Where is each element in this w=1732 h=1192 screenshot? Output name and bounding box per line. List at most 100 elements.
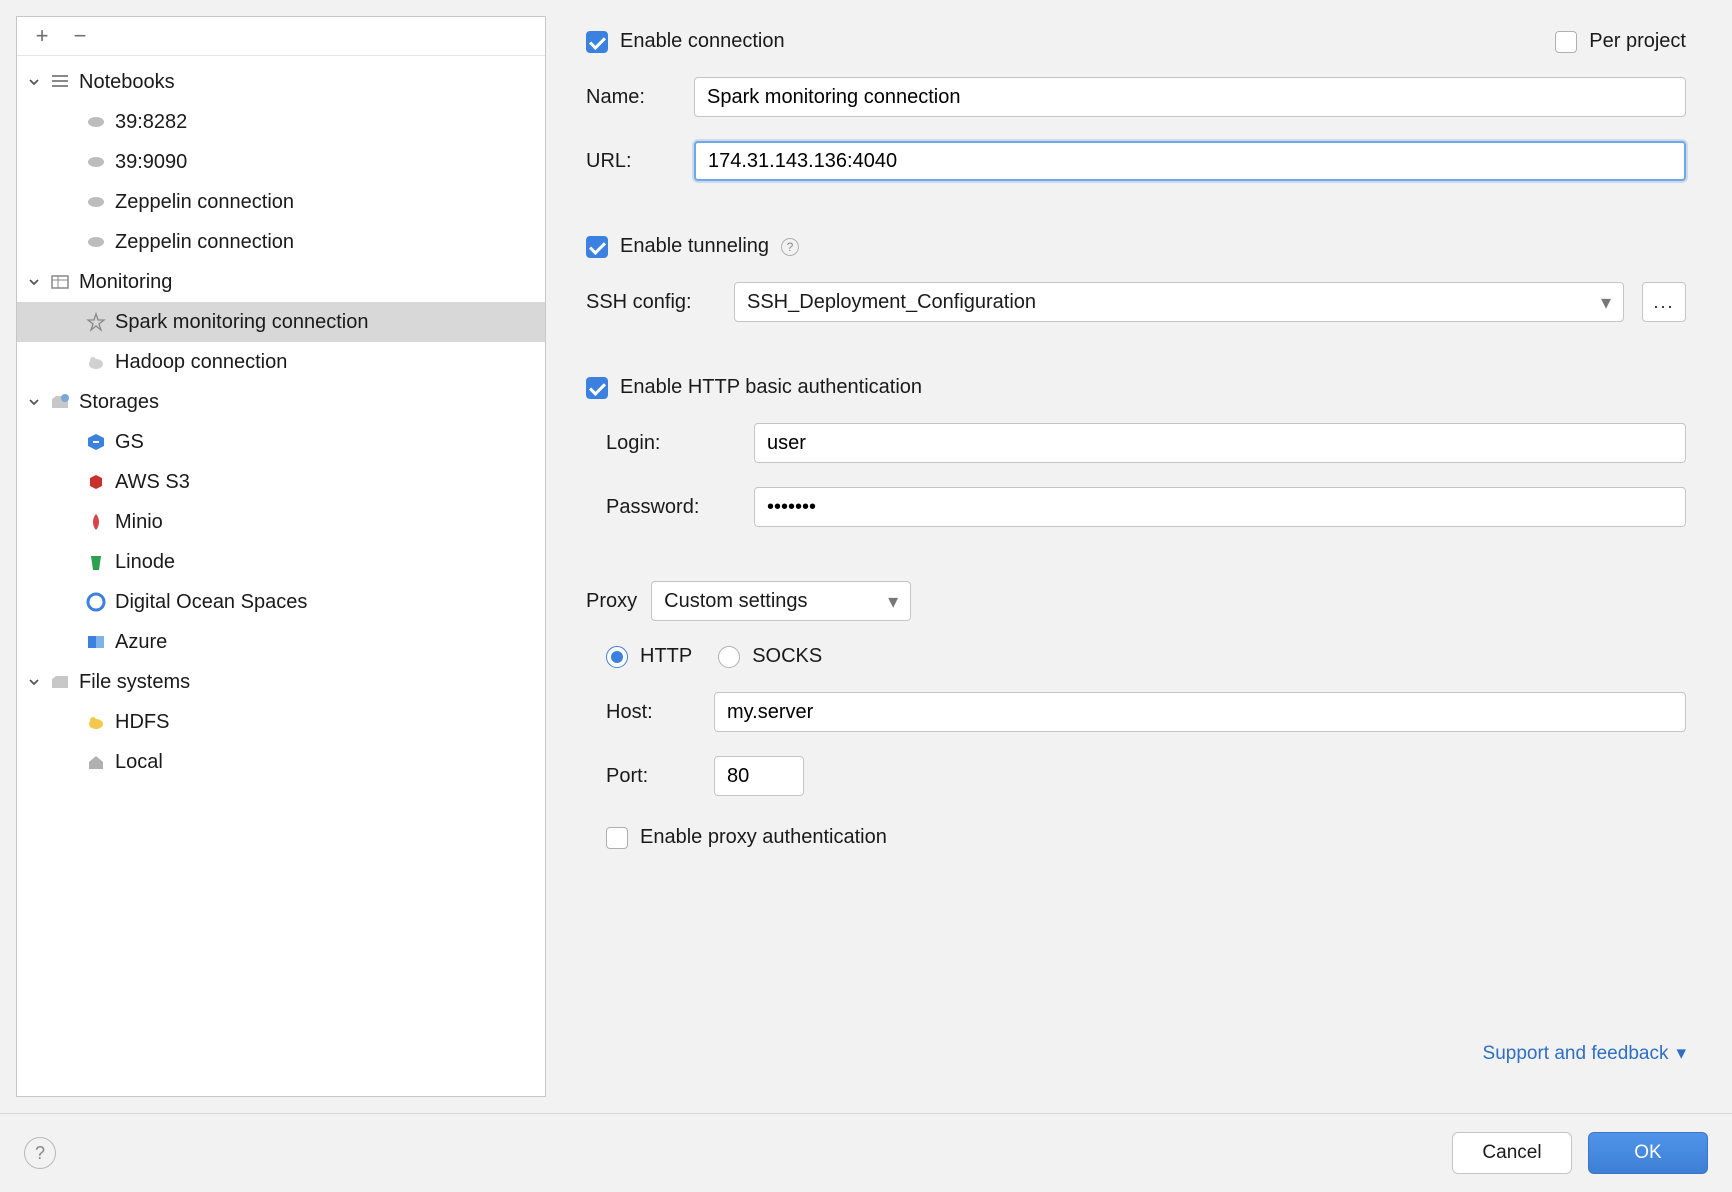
hadoop-icon — [85, 351, 107, 373]
tree-item[interactable]: Hadoop connection — [17, 342, 545, 382]
help-icon[interactable]: ? — [781, 238, 799, 256]
chevron-down-icon: ▾ — [1601, 290, 1611, 315]
tree-label: HDFS — [115, 711, 169, 734]
tree-label: Digital Ocean Spaces — [115, 591, 307, 614]
tree-item[interactable]: Local — [17, 742, 545, 782]
tree-item[interactable]: 39:8282 — [17, 102, 545, 142]
tree-label: 39:8282 — [115, 111, 187, 134]
tree-item[interactable]: Digital Ocean Spaces — [17, 582, 545, 622]
support-feedback-link[interactable]: Support and feedback ▾ — [1483, 1042, 1686, 1065]
zeppelin-icon — [85, 231, 107, 253]
port-label: Port: — [606, 765, 696, 788]
enable-tunneling-checkbox[interactable]: Enable tunneling ? — [586, 235, 1686, 258]
tree-label: GS — [115, 431, 144, 454]
name-field[interactable] — [694, 77, 1686, 117]
host-field[interactable] — [714, 692, 1686, 732]
tree-item[interactable]: Linode — [17, 542, 545, 582]
tree-label: Minio — [115, 511, 163, 534]
proxy-http-label: HTTP — [640, 645, 692, 668]
enable-tunneling-input[interactable] — [586, 236, 608, 258]
spark-icon — [85, 311, 107, 333]
enable-connection-input[interactable] — [586, 31, 608, 53]
tree-label: Azure — [115, 631, 167, 654]
per-project-checkbox[interactable]: Per project — [1555, 30, 1686, 53]
per-project-label: Per project — [1589, 30, 1686, 53]
ssh-config-browse-button[interactable]: ... — [1642, 282, 1686, 322]
gs-icon — [85, 431, 107, 453]
tree-label: Zeppelin connection — [115, 231, 294, 254]
tree-item[interactable]: Zeppelin connection — [17, 182, 545, 222]
tree-label: File systems — [79, 671, 190, 694]
enable-proxy-auth-input[interactable] — [606, 827, 628, 849]
enable-http-auth-input[interactable] — [586, 377, 608, 399]
support-feedback-label: Support and feedback — [1483, 1043, 1669, 1065]
add-button[interactable]: + — [31, 25, 53, 47]
monitoring-icon — [49, 271, 71, 293]
sidebar-toolbar: + − — [17, 17, 545, 56]
chevron-down-icon: ▾ — [888, 589, 898, 614]
per-project-input[interactable] — [1555, 31, 1577, 53]
tree-label: Linode — [115, 551, 175, 574]
enable-http-auth-checkbox[interactable]: Enable HTTP basic authentication — [586, 376, 1686, 399]
tree-label: 39:9090 — [115, 151, 187, 174]
ssh-config-value: SSH_Deployment_Configuration — [747, 291, 1036, 314]
local-icon — [85, 751, 107, 773]
tree-item[interactable]: Zeppelin connection — [17, 222, 545, 262]
chevron-down-icon — [27, 275, 41, 289]
enable-connection-checkbox[interactable]: Enable connection — [586, 30, 785, 53]
proxy-select[interactable]: Custom settings ▾ — [651, 581, 911, 621]
chevron-down-icon: ▾ — [1676, 1042, 1686, 1065]
zeppelin-icon — [85, 151, 107, 173]
tree-group-notebooks[interactable]: Notebooks — [17, 62, 545, 102]
tree-item[interactable]: Azure — [17, 622, 545, 662]
tree-label: AWS S3 — [115, 471, 190, 494]
aws-s3-icon — [85, 471, 107, 493]
tree-item[interactable]: 39:9090 — [17, 142, 545, 182]
enable-proxy-auth-checkbox[interactable]: Enable proxy authentication — [606, 826, 1686, 849]
proxy-http-radio[interactable] — [606, 646, 628, 668]
enable-http-auth-label: Enable HTTP basic authentication — [620, 376, 922, 399]
azure-icon — [85, 631, 107, 653]
port-field[interactable] — [714, 756, 804, 796]
tree-label: Local — [115, 751, 163, 774]
tree-label: Zeppelin connection — [115, 191, 294, 214]
proxy-value: Custom settings — [664, 590, 807, 613]
help-button[interactable]: ? — [24, 1137, 56, 1169]
tree-item[interactable]: AWS S3 — [17, 462, 545, 502]
tree-item[interactable]: HDFS — [17, 702, 545, 742]
chevron-down-icon — [27, 395, 41, 409]
hdfs-icon — [85, 711, 107, 733]
enable-tunneling-label: Enable tunneling — [620, 235, 769, 258]
proxy-socks-label: SOCKS — [752, 645, 822, 668]
linode-icon — [85, 551, 107, 573]
remove-button[interactable]: − — [69, 25, 91, 47]
tree-item-spark-monitoring[interactable]: Spark monitoring connection — [17, 302, 545, 342]
tree-label: Storages — [79, 391, 159, 414]
ok-button[interactable]: OK — [1588, 1132, 1708, 1174]
tree-group-filesystems[interactable]: File systems — [17, 662, 545, 702]
tree-group-storages[interactable]: Storages — [17, 382, 545, 422]
cancel-button[interactable]: Cancel — [1452, 1132, 1572, 1174]
login-field[interactable] — [754, 423, 1686, 463]
tree-group-monitoring[interactable]: Monitoring — [17, 262, 545, 302]
ssh-config-select[interactable]: SSH_Deployment_Configuration ▾ — [734, 282, 1624, 322]
tree-label: Monitoring — [79, 271, 172, 294]
storages-icon — [49, 391, 71, 413]
folder-icon — [49, 671, 71, 693]
connection-tree[interactable]: Notebooks 39:8282 39:9090 Zeppelin conne… — [17, 56, 545, 1096]
notebooks-icon — [49, 71, 71, 93]
tree-label: Spark monitoring connection — [115, 311, 368, 334]
form-panel: Enable connection Per project Name: URL:… — [546, 16, 1716, 1097]
password-field[interactable] — [754, 487, 1686, 527]
zeppelin-icon — [85, 191, 107, 213]
ssh-config-label: SSH config: — [586, 291, 716, 314]
url-field[interactable] — [694, 141, 1686, 181]
tree-item[interactable]: Minio — [17, 502, 545, 542]
enable-connection-label: Enable connection — [620, 30, 785, 53]
tree-item[interactable]: GS — [17, 422, 545, 462]
zeppelin-icon — [85, 111, 107, 133]
host-label: Host: — [606, 701, 696, 724]
tree-label: Hadoop connection — [115, 351, 287, 374]
dialog-footer: ? Cancel OK — [0, 1113, 1732, 1192]
proxy-socks-radio[interactable] — [718, 646, 740, 668]
